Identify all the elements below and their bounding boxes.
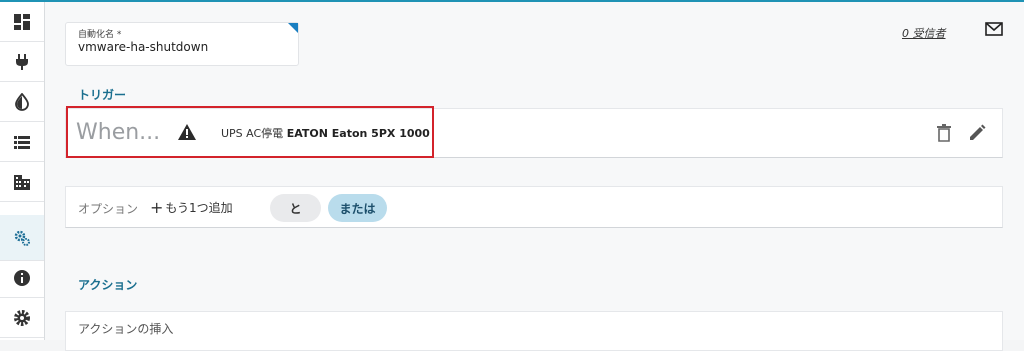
automation-name-label: 自動化名 * — [78, 30, 122, 40]
automation-name-field[interactable]: 自動化名 * vmware-ha-shutdown — [65, 22, 299, 66]
contrast-icon — [15, 92, 29, 111]
trigger-device-name: EATON Eaton 5PX 1000 — [286, 127, 430, 140]
trash-icon[interactable] — [937, 124, 951, 142]
field-corner-marker — [288, 23, 298, 33]
trigger-condition: UPS AC停電 EATON Eaton 5PX 1000 — [221, 125, 430, 141]
info-icon — [14, 269, 30, 286]
sidebar-item-dashboard[interactable] — [0, 2, 44, 42]
plus-icon: + — [150, 198, 164, 217]
when-label: When... — [76, 120, 161, 145]
sidebar-item-building[interactable] — [0, 162, 44, 202]
action-insert-label: アクションの挿入 — [78, 322, 174, 336]
sidebar-item-list[interactable] — [0, 122, 44, 162]
options-label: オプション — [78, 202, 139, 216]
settings-icon — [14, 309, 30, 326]
plug-icon — [16, 53, 28, 70]
sidebar-item-settings[interactable] — [0, 298, 44, 338]
action-section-title: アクション — [78, 278, 138, 292]
action-insert-card[interactable] — [65, 311, 1003, 351]
mail-icon[interactable] — [985, 22, 1003, 36]
or-toggle-button[interactable]: または — [328, 194, 387, 222]
recipients-link[interactable]: 0 受信者 — [902, 25, 946, 41]
trigger-condition-prefix: UPS AC停電 — [221, 127, 284, 140]
sidebar-item-info[interactable] — [0, 258, 44, 298]
sidebar-item-contrast[interactable] — [0, 82, 44, 122]
and-toggle-button[interactable]: と — [270, 194, 321, 222]
add-another-label: もう1つ追加 — [165, 201, 233, 215]
add-another-button[interactable]: + もう1つ追加 — [150, 198, 233, 217]
sidebar-item-automation[interactable] — [0, 215, 44, 261]
sidebar — [0, 2, 45, 340]
warning-icon — [178, 124, 196, 140]
sidebar-item-power[interactable] — [0, 42, 44, 82]
building-icon — [14, 174, 30, 190]
automation-name-value[interactable]: vmware-ha-shutdown — [78, 40, 208, 54]
dashboard-icon — [14, 13, 30, 30]
trigger-section-title: トリガー — [78, 88, 127, 102]
edit-icon[interactable] — [968, 124, 986, 142]
list-icon — [14, 135, 30, 149]
gears-icon — [14, 230, 30, 246]
